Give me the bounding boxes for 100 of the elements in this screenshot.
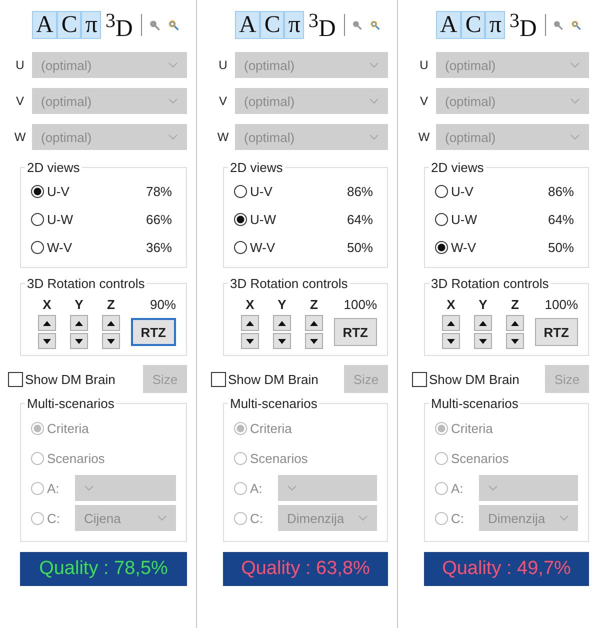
down-triangle-icon	[310, 338, 318, 344]
option-label: Criteria	[250, 420, 292, 436]
spin-up-button[interactable]	[305, 315, 323, 331]
spin-down-button[interactable]	[241, 333, 259, 349]
chevron-down-icon	[369, 98, 379, 104]
axis-label: U	[418, 58, 430, 72]
radio-button[interactable]	[31, 212, 44, 226]
up-triangle-icon	[107, 320, 115, 326]
checkbox[interactable]	[412, 372, 427, 386]
option-label: A:	[250, 480, 264, 496]
down-triangle-icon	[43, 338, 51, 344]
axis-label: W	[417, 130, 431, 144]
radio-button[interactable]	[435, 212, 448, 226]
spin-down-button[interactable]	[442, 333, 460, 349]
quality-value: Quality : 78,5%	[39, 558, 168, 580]
percent-label: 86%	[548, 184, 574, 198]
spin-up-button[interactable]	[102, 315, 120, 331]
axis-label: V	[14, 94, 25, 108]
rtz-button[interactable]: RTZ	[534, 318, 578, 346]
group-title: 2D views	[430, 160, 485, 175]
option-label: Scenarios	[250, 450, 308, 466]
rtz-button[interactable]: RTZ	[334, 318, 377, 346]
tool-button[interactable]: $^{3}$D	[304, 7, 340, 43]
down-triangle-icon	[447, 338, 455, 344]
spin-up-button[interactable]	[38, 315, 56, 331]
tool-button[interactable]: π	[485, 11, 506, 39]
tool-button[interactable]: $^{3}$D	[505, 7, 541, 43]
option-label: C:	[451, 510, 465, 526]
option-label: A:	[47, 480, 60, 496]
checkbox[interactable]	[8, 372, 23, 386]
rtz-button[interactable]: RTZ	[130, 318, 176, 346]
up-triangle-icon	[278, 320, 286, 326]
tool-button[interactable]: π	[81, 11, 102, 39]
up-triangle-icon	[75, 320, 83, 326]
spin-down-button[interactable]	[102, 333, 120, 349]
checkbox-label: Show DM Brain	[25, 372, 116, 386]
axis-label: U	[14, 58, 26, 72]
option-label: Scenarios	[451, 450, 509, 466]
quality-value: Quality : 49,7%	[442, 558, 571, 580]
option-label: C:	[250, 510, 264, 526]
chevron-down-icon	[570, 62, 580, 68]
tool-button[interactable]: $^{3}$D	[101, 7, 137, 43]
chevron-down-icon	[559, 515, 569, 521]
chevron-down-icon	[168, 134, 178, 140]
axis-label: W	[13, 130, 27, 144]
view-label: W-V	[250, 240, 276, 254]
view-label: W-V	[47, 240, 74, 254]
radio-button[interactable]	[31, 240, 44, 254]
axis-label: W	[216, 130, 230, 144]
radio-button[interactable]	[31, 184, 44, 198]
view-label: W-V	[451, 240, 478, 254]
chevron-down-icon	[369, 134, 379, 140]
percent-label: 50%	[548, 240, 574, 254]
group-title: 2D views	[26, 160, 81, 175]
group-title: 3D Rotation controls	[26, 276, 146, 291]
chevron-down-icon	[358, 515, 368, 521]
spin-down-button[interactable]	[70, 333, 88, 349]
tool-button[interactable]: π	[284, 11, 304, 39]
tool-button[interactable]: C	[461, 11, 486, 39]
tool-button[interactable]: A	[235, 11, 260, 39]
spin-down-button[interactable]	[506, 333, 524, 349]
tool-button[interactable]: A	[436, 11, 462, 39]
radio-button[interactable]	[435, 240, 448, 254]
spin-down-button[interactable]	[305, 333, 323, 349]
radio-button[interactable]	[234, 240, 247, 254]
tool-button[interactable]: A	[32, 11, 58, 39]
spin-up-button[interactable]	[273, 315, 291, 331]
radio-button[interactable]	[435, 184, 448, 198]
up-triangle-icon	[511, 320, 519, 326]
group-title: Multi-scenarios	[430, 396, 520, 411]
view-label: U-V	[250, 184, 274, 198]
percent-label: 86%	[346, 184, 373, 198]
up-triangle-icon	[310, 320, 318, 326]
spin-down-button[interactable]	[273, 333, 291, 349]
spin-down-button[interactable]	[474, 333, 492, 349]
chevron-down-icon	[570, 134, 580, 140]
tool-button[interactable]: C	[57, 11, 82, 39]
checkbox-label: Show DM Brain	[429, 372, 520, 386]
radio-button[interactable]	[234, 184, 247, 198]
spin-up-button[interactable]	[241, 315, 259, 331]
radio-button[interactable]	[234, 212, 247, 226]
spin-down-button[interactable]	[38, 333, 56, 349]
spin-up-button[interactable]	[506, 315, 524, 331]
checkbox[interactable]	[211, 372, 226, 386]
option-label: A:	[451, 480, 464, 496]
group-title: 2D views	[229, 160, 284, 175]
spin-up-button[interactable]	[70, 315, 88, 331]
percent-label: 90%	[150, 296, 176, 312]
up-triangle-icon	[447, 320, 455, 326]
spin-up-button[interactable]	[474, 315, 492, 331]
spin-up-button[interactable]	[442, 315, 460, 331]
percent-label: 78%	[146, 184, 172, 198]
tool-button[interactable]: C	[260, 11, 284, 39]
down-triangle-icon	[107, 338, 115, 344]
axis-label: Z	[309, 296, 319, 312]
chevron-down-icon	[168, 98, 178, 104]
chevron-down-icon	[369, 62, 379, 68]
percent-label: 66%	[146, 212, 172, 226]
down-triangle-icon	[278, 338, 286, 344]
option-label: Scenarios	[47, 450, 105, 466]
